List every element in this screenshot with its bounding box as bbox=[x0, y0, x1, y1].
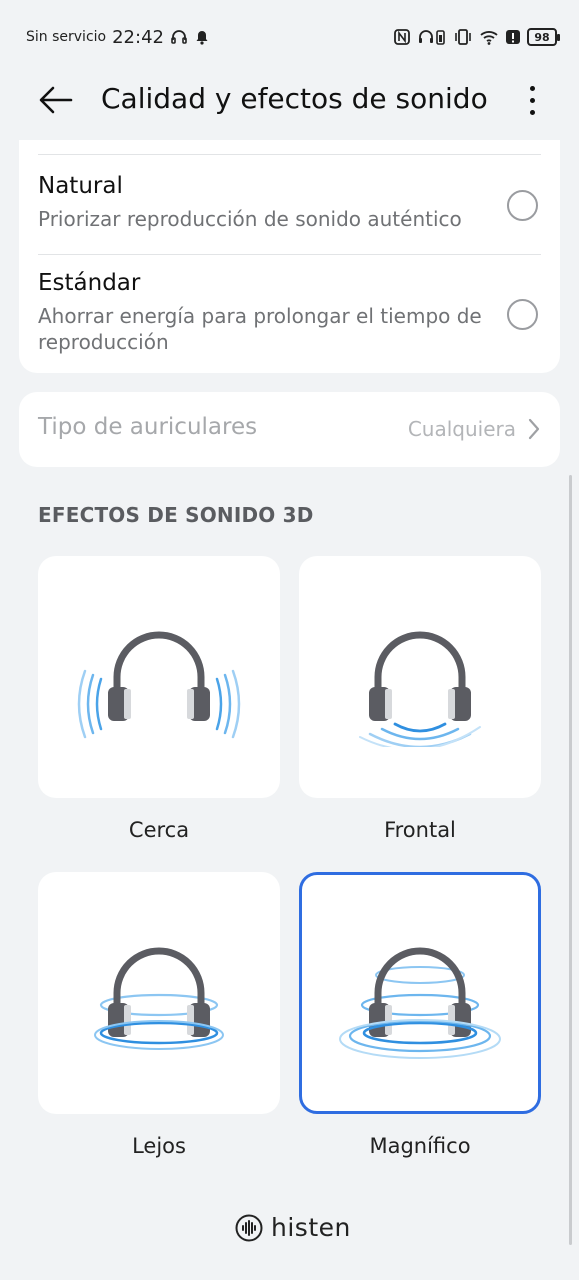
option-subtitle: Priorizar reproducción de sonido auténti… bbox=[38, 207, 462, 231]
more-dot-icon bbox=[529, 109, 535, 115]
battery-indicator: 98 bbox=[527, 28, 560, 46]
status-left: Sin servicio 22:42 bbox=[26, 27, 210, 48]
headphones-grand-icon bbox=[339, 947, 501, 1059]
more-options-button[interactable] bbox=[520, 80, 544, 120]
carrier-label: Sin servicio bbox=[26, 29, 107, 45]
effect-label-lejos: Lejos bbox=[132, 1134, 186, 1158]
option-title: Estándar bbox=[38, 270, 141, 296]
more-dot-icon bbox=[529, 97, 535, 103]
headphones-status-icon bbox=[170, 28, 188, 46]
histen-logo-icon bbox=[235, 1214, 263, 1241]
nfc-icon bbox=[393, 28, 411, 46]
headphones-front-icon bbox=[359, 631, 481, 747]
scrollbar[interactable] bbox=[569, 475, 572, 1245]
radio-estandar[interactable] bbox=[507, 299, 538, 330]
effect-label-frontal: Frontal bbox=[384, 818, 456, 842]
headphone-type-row[interactable]: Tipo de auriculares Cualquiera bbox=[19, 392, 560, 467]
effect-tile-magnifico[interactable] bbox=[299, 872, 541, 1114]
clock: 22:42 bbox=[112, 26, 164, 48]
effect-tile-frontal[interactable] bbox=[299, 556, 541, 798]
chevron-right-icon bbox=[528, 418, 540, 444]
histen-brand: histen bbox=[235, 1213, 351, 1242]
brand-name: histen bbox=[271, 1213, 351, 1242]
divider bbox=[38, 254, 541, 255]
effect-label-magnifico: Magnífico bbox=[369, 1134, 471, 1158]
back-arrow-icon bbox=[39, 86, 73, 114]
headphones-far-icon bbox=[94, 947, 224, 1050]
page-title: Calidad y efectos de sonido bbox=[101, 82, 488, 115]
status-bar: Sin servicio 22:42 98 bbox=[26, 22, 560, 52]
quality-options-card: Natural Priorizar reproducción de sonido… bbox=[19, 140, 560, 373]
headphones-near-icon bbox=[77, 631, 241, 739]
back-button[interactable] bbox=[38, 84, 74, 116]
headphone-type-value: Cualquiera bbox=[407, 417, 516, 441]
headphone-type-label: Tipo de auriculares bbox=[38, 414, 258, 440]
section-header-3d-effects: EFECTOS DE SONIDO 3D bbox=[38, 503, 314, 527]
divider bbox=[38, 154, 541, 155]
option-estandar[interactable]: Estándar Ahorrar energía para prolongar … bbox=[38, 270, 541, 365]
option-natural[interactable]: Natural Priorizar reproducción de sonido… bbox=[38, 173, 541, 255]
effect-tile-lejos[interactable] bbox=[38, 872, 280, 1114]
app-bar: Calidad y efectos de sonido bbox=[0, 72, 579, 128]
status-right: 98 bbox=[393, 28, 560, 46]
effect-label-cerca: Cerca bbox=[128, 818, 190, 842]
more-dot-icon bbox=[529, 85, 535, 91]
bell-icon bbox=[194, 29, 210, 45]
screen: Sin servicio 22:42 98 Calidad y efectos … bbox=[0, 0, 579, 1280]
alert-icon bbox=[505, 28, 521, 46]
wifi-icon bbox=[479, 28, 499, 46]
radio-natural[interactable] bbox=[507, 190, 538, 221]
option-title: Natural bbox=[38, 173, 123, 199]
effect-tile-cerca[interactable] bbox=[38, 556, 280, 798]
vibrate-icon bbox=[453, 28, 473, 46]
option-subtitle: Ahorrar energía para prolongar el tiempo… bbox=[38, 304, 482, 354]
headphones-battery-icon bbox=[417, 28, 447, 46]
